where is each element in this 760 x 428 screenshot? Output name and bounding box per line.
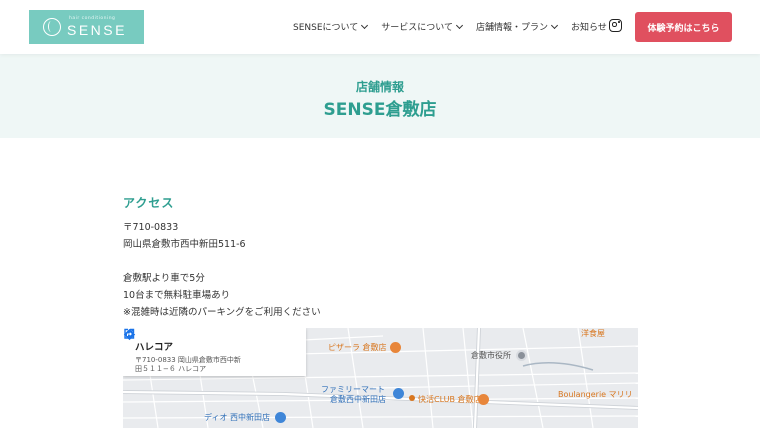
poi-boulangerie[interactable]: Boulangerie マリリ bbox=[558, 389, 633, 400]
page-kicker: 店舗情報 bbox=[355, 80, 404, 94]
restaurant-pin-icon[interactable] bbox=[390, 342, 401, 353]
access-heading: アクセス bbox=[123, 196, 175, 210]
nav-item-services[interactable]: サービスについて bbox=[381, 20, 464, 33]
nav-item-about[interactable]: SENSEについて bbox=[293, 20, 369, 33]
logo-wordmark: SENSE bbox=[67, 21, 127, 38]
chevron-down-icon bbox=[455, 21, 464, 29]
place-address: 〒710-0833 岡山県倉敷市西中新田５１１−６ ハレコア bbox=[135, 356, 241, 373]
embedded-map[interactable]: ハレコア 〒710-0833 岡山県倉敷市西中新田５１１−６ ハレコア ピザーラ… bbox=[123, 328, 638, 428]
nav-label: サービスについて bbox=[381, 23, 453, 33]
shop-pin-icon[interactable] bbox=[275, 412, 286, 423]
poi-top-right[interactable]: 洋食屋 bbox=[581, 328, 605, 339]
landmark-pin-icon[interactable] bbox=[516, 350, 527, 361]
nav-item-stores[interactable]: 店舗情報・プラン bbox=[476, 20, 559, 33]
site-logo[interactable]: hair conditioning SENSE bbox=[29, 10, 144, 44]
chevron-down-icon bbox=[361, 21, 369, 29]
poi-pizza[interactable]: ピザーラ 倉敷店 bbox=[328, 342, 387, 353]
store-address: 岡山県倉敷市西中新田511-6 bbox=[123, 239, 246, 250]
entertainment-pin-icon[interactable] bbox=[478, 394, 489, 405]
trial-booking-button[interactable]: 体験予約はこちら bbox=[635, 12, 732, 42]
poi-dio[interactable]: ディオ 西中新田店 bbox=[204, 412, 270, 423]
instagram-icon[interactable] bbox=[609, 19, 622, 32]
poi-familymart-branch[interactable]: 倉敷西中新田店 bbox=[330, 394, 386, 405]
directions-icon[interactable] bbox=[123, 328, 136, 341]
map-place-card: ハレコア 〒710-0833 岡山県倉敷市西中新田５１１−６ ハレコア bbox=[123, 328, 306, 376]
postal-code: 〒710-0833 bbox=[123, 222, 179, 233]
main-nav: SENSEについて サービスについて 店舗情報・プラン お知らせ bbox=[293, 20, 621, 33]
logo-mark-icon bbox=[43, 18, 61, 36]
page-title: SENSE倉敷店 bbox=[323, 100, 437, 120]
nav-label: SENSEについて bbox=[293, 23, 359, 33]
site-header: hair conditioning SENSE SENSEについて サービスにつ… bbox=[0, 0, 760, 54]
dot-pin-icon bbox=[409, 395, 415, 401]
shop-pin-icon[interactable] bbox=[393, 388, 404, 399]
place-name: ハレコア bbox=[135, 342, 174, 353]
poi-city-hall[interactable]: 倉敷市役所 bbox=[471, 350, 511, 361]
poi-kaikatsu[interactable]: 快活CLUB 倉敷店 bbox=[418, 394, 482, 405]
page-hero: 店舗情報 SENSE倉敷店 bbox=[0, 54, 760, 138]
nav-item-news[interactable]: お知らせ bbox=[571, 20, 607, 33]
parking-info: 10台まで無料駐車場あり bbox=[123, 290, 231, 301]
parking-note: ※混雑時は近隣のパーキングをご利用ください bbox=[123, 307, 321, 318]
access-section: アクセス 〒710-0833 岡山県倉敷市西中新田511-6 倉敷駅より車で5分… bbox=[123, 194, 321, 321]
chevron-down-icon bbox=[550, 21, 559, 29]
station-access: 倉敷駅より車で5分 bbox=[123, 273, 205, 284]
nav-label: 店舗情報・プラン bbox=[476, 23, 549, 33]
nav-label: お知らせ bbox=[571, 23, 607, 33]
